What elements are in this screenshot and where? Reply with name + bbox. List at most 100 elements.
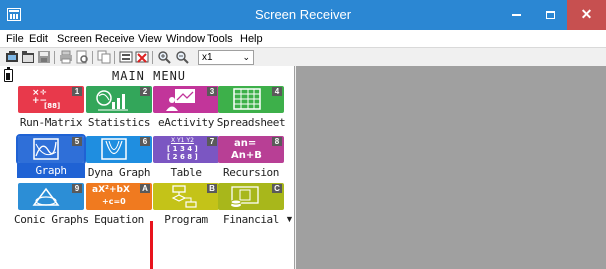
table-icon-row: [ 2 6 8 ] (167, 153, 198, 161)
app-tile-box: ×÷ +− [88] 1 (18, 86, 84, 113)
app-label: Financial (222, 213, 279, 226)
toolbar: x1 ⌄ (0, 47, 606, 66)
menu-view[interactable]: View (138, 33, 162, 45)
app-label: eActivity (157, 116, 214, 129)
app-label: Equation (94, 213, 144, 226)
statistics-icon (96, 90, 128, 111)
dyna-graph-icon (101, 138, 127, 160)
financial-icon (230, 186, 259, 207)
app-label: Spreadsheet (216, 116, 286, 129)
menu-help[interactable]: Help (240, 33, 263, 45)
menu-tools[interactable]: Tools (207, 33, 233, 45)
menu-screen-receive[interactable]: Screen Receive (57, 33, 135, 45)
app-label: Table (170, 166, 202, 179)
app-number-badge: 1 (72, 87, 82, 96)
app-label: Recursion (222, 166, 279, 179)
recursion-icon-formula: An+B (231, 150, 262, 161)
toolbar-separator (54, 51, 55, 64)
spreadsheet-icon (233, 88, 261, 110)
folder-icon[interactable] (21, 50, 35, 64)
app-tile-statistics[interactable]: 2 Statistics (86, 86, 152, 136)
zoom-out-icon[interactable] (175, 50, 189, 64)
table-icon-row: [ 1 3 4 ] (167, 145, 198, 153)
workspace-area (296, 66, 606, 269)
app-tile-box: 2 (86, 86, 152, 113)
app-tile-run-matrix[interactable]: ×÷ +− [88] 1 Run-Matrix (18, 86, 84, 136)
menu-bar: File Edit Screen Receive View Window Too… (0, 30, 606, 47)
screen-receive-icon[interactable] (119, 50, 133, 64)
menu-file[interactable]: File (6, 33, 24, 45)
graph-icon (33, 138, 59, 160)
maximize-button[interactable] (533, 0, 567, 30)
app-tile-recursion[interactable]: an= An+B 8 Recursion (218, 136, 284, 186)
app-number-badge: 4 (272, 87, 282, 96)
menu-edit[interactable]: Edit (29, 33, 48, 45)
recursion-icon: an= (234, 138, 257, 149)
app-label: Conic Graphs (14, 213, 89, 226)
toolbar-separator (114, 51, 115, 64)
maximize-icon (545, 11, 555, 20)
app-tile-eactivity[interactable]: 3 eActivity (153, 86, 219, 136)
title-bar: Screen Receiver ✕ (0, 0, 606, 30)
app-tile-financial[interactable]: C Financial (218, 183, 284, 233)
app-tile-equation[interactable]: aX²+bX +c=0 A Equation (86, 183, 152, 233)
close-icon: ✕ (580, 6, 593, 22)
minimize-button[interactable] (499, 0, 533, 30)
app-label: Statistics (87, 116, 151, 129)
app-number-badge: 2 (140, 87, 150, 96)
calculator-screen: MAIN MENU ×÷ +− [88] 1 Run-Matrix 2 Stat… (0, 66, 295, 269)
app-tile-dyna-graph[interactable]: 6 Dyna Graph (86, 136, 152, 186)
toolbar-separator (92, 51, 93, 64)
minimize-icon (511, 14, 521, 17)
battery-icon (4, 67, 13, 82)
app-tile-conic-graphs[interactable]: 9 Conic Graphs (14, 183, 89, 233)
app-tile-spreadsheet[interactable]: 4 Spreadsheet (217, 86, 286, 136)
program-icon (171, 185, 197, 208)
app-tile-box: C (218, 183, 284, 210)
main-menu-title: MAIN MENU (112, 69, 187, 83)
app-number-badge: 9 (72, 184, 82, 193)
screen-stop-icon[interactable] (135, 50, 149, 64)
app-number-badge: C (272, 184, 282, 193)
zoom-select[interactable]: x1 ⌄ (198, 50, 254, 65)
app-number-badge: 3 (207, 87, 217, 96)
app-label: Program (164, 213, 208, 226)
app-tile-box: an= An+B 8 (218, 136, 284, 163)
conic-graphs-icon (32, 187, 60, 206)
equation-icon: aX²+bX (92, 185, 130, 195)
copy-icon[interactable] (97, 50, 111, 64)
close-button[interactable]: ✕ (567, 0, 606, 30)
app-tile-box: B (153, 183, 219, 210)
app-tile-table[interactable]: X Y1 Y2 [ 1 3 4 ] [ 2 6 8 ] 7 Table (153, 136, 219, 186)
app-tile-program[interactable]: B Program (153, 183, 219, 233)
screen-receiver-window: Screen Receiver ✕ File Edit Screen Recei… (0, 0, 606, 269)
print-icon[interactable] (59, 50, 73, 64)
app-label: Dyna Graph (87, 166, 151, 179)
app-number-badge: 5 (72, 137, 82, 146)
chevron-down-icon: ⌄ (242, 52, 250, 62)
table-icon: X Y1 Y2 (171, 137, 194, 144)
save-icon[interactable] (37, 50, 51, 64)
app-number-badge: A (140, 184, 150, 193)
zoom-value: x1 (202, 52, 213, 63)
run-matrix-icon-box: [88] (44, 102, 61, 110)
cursor-marker (150, 221, 153, 269)
screen-capture-icon[interactable] (5, 50, 19, 64)
app-tile-box: 5 (16, 134, 86, 165)
app-number-badge: 7 (207, 137, 217, 146)
app-number-badge: 6 (140, 137, 150, 146)
app-number-badge: B (207, 184, 217, 193)
app-number-badge: 8 (272, 137, 282, 146)
app-tile-box: 6 (86, 136, 152, 163)
menu-window[interactable]: Window (166, 33, 205, 45)
app-tile-graph[interactable]: 5 Graph (16, 134, 86, 186)
toolbar-separator (152, 51, 153, 64)
app-tile-box: X Y1 Y2 [ 1 3 4 ] [ 2 6 8 ] 7 (153, 136, 219, 163)
app-tile-box: aX²+bX +c=0 A (86, 183, 152, 210)
app-label: Run-Matrix (19, 116, 83, 129)
zoom-in-icon[interactable] (157, 50, 171, 64)
app-tile-box: 4 (218, 86, 284, 113)
app-tile-box: 3 (153, 86, 219, 113)
print-preview-icon[interactable] (75, 50, 89, 64)
app-label: Graph (17, 164, 85, 178)
